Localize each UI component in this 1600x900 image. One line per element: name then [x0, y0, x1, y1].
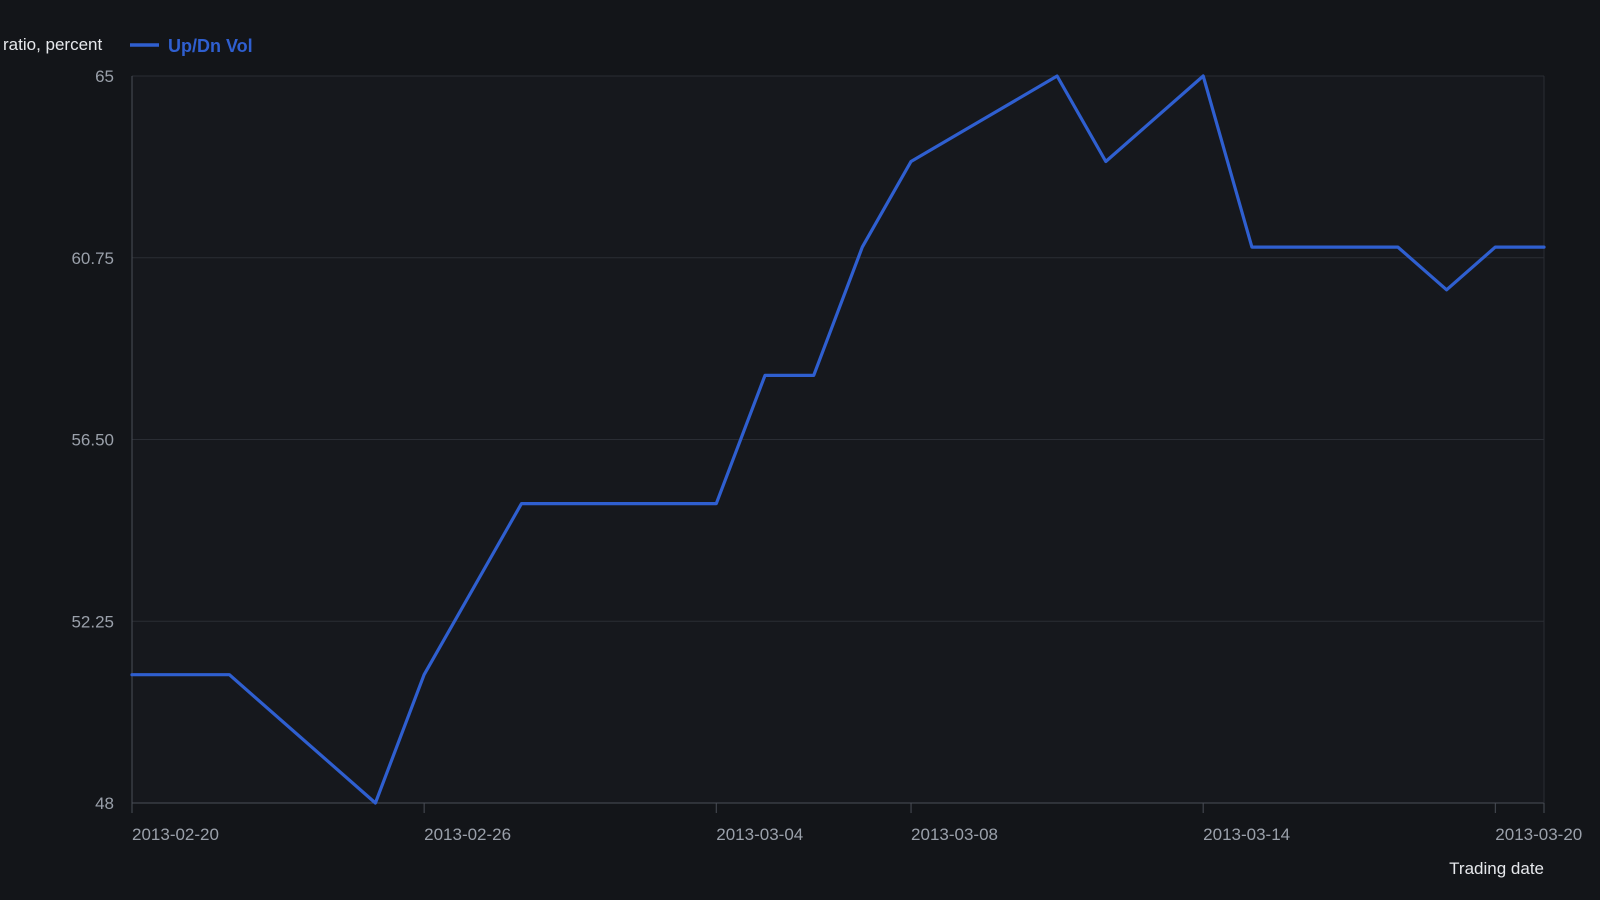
legend-label-up-dn-vol[interactable]: Up/Dn Vol: [168, 36, 253, 56]
x-tick-label-1: 2013-02-26: [424, 825, 511, 844]
x-axis-title: Trading date: [1449, 859, 1544, 878]
x-tick-label-3: 2013-03-08: [911, 825, 998, 844]
y-tick-label-0: 48: [95, 794, 114, 813]
x-tick-label-0: 2013-02-20: [132, 825, 219, 844]
y-tick-label-4: 65: [95, 67, 114, 86]
line-chart: 48 52.25 56.50 60.75 65 2013-02-20 2013-02-26 2…: [0, 0, 1600, 900]
x-tick-label-5: 2013-03-20: [1495, 825, 1582, 844]
chart-root: 48 52.25 56.50 60.75 65 2013-02-20 2013-02-26 2…: [0, 0, 1600, 900]
y-tick-label-1: 52.25: [71, 612, 114, 631]
x-tick-label-4: 2013-03-14: [1203, 825, 1290, 844]
y-tick-label-2: 56.50: [71, 431, 114, 450]
y-tick-label-3: 60.75: [71, 249, 114, 268]
x-tick-label-2: 2013-03-04: [716, 825, 803, 844]
y-axis-title: ratio, percent: [3, 35, 102, 54]
